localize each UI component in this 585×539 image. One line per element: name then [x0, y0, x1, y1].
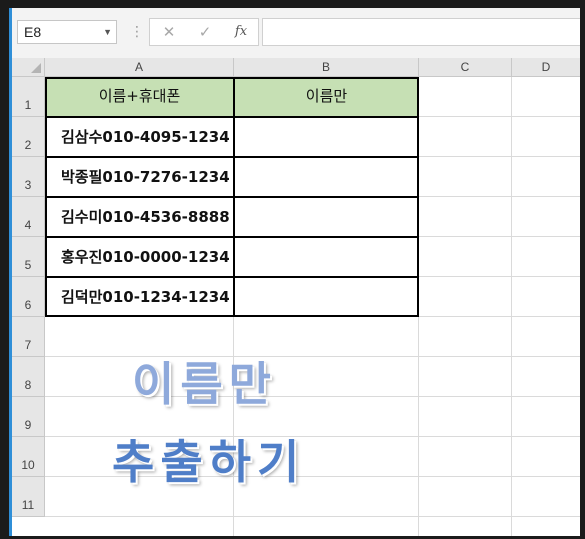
chevron-down-icon[interactable]: ▼ [103, 21, 112, 43]
gridline [45, 356, 580, 357]
cell-a4[interactable]: 김수미010-4536-8888 [61, 197, 230, 237]
column-header-d[interactable]: D [512, 58, 580, 77]
name-box-value: E8 [24, 24, 42, 40]
check-icon[interactable]: ✓ [190, 19, 220, 45]
table-divider [45, 116, 419, 118]
cell-b5[interactable] [236, 237, 417, 277]
cell-a5[interactable]: 홍우진010-0000-1234 [61, 237, 230, 277]
formula-bar-grip: ⋮ [130, 24, 144, 40]
table-divider [45, 196, 419, 198]
spreadsheet-window: E8 ▼ ⋮ ✕ ✓ fx A B C D 1 2 3 4 5 6 7 8 9 … [12, 8, 580, 536]
table-divider [45, 236, 419, 238]
cell-b2[interactable] [236, 117, 417, 157]
formula-input[interactable] [262, 18, 580, 46]
formula-buttons: ✕ ✓ fx [149, 18, 259, 46]
row-header-7[interactable]: 7 [12, 317, 45, 357]
cell-b4[interactable] [236, 197, 417, 237]
column-header-a[interactable]: A [45, 58, 234, 77]
row-header-9[interactable]: 9 [12, 397, 45, 437]
cell-b6[interactable] [236, 277, 417, 317]
table-divider [45, 276, 419, 278]
gridline [45, 516, 580, 517]
gridline [418, 77, 419, 536]
fx-icon[interactable]: fx [226, 19, 256, 45]
row-header-4[interactable]: 4 [12, 197, 45, 237]
overlay-title-line1: 이름만 [132, 357, 277, 411]
cell-a2[interactable]: 김삼수010-4095-1234 [61, 117, 230, 157]
name-box[interactable]: E8 ▼ [17, 20, 117, 44]
row-header-6[interactable]: 6 [12, 277, 45, 317]
gridline [45, 396, 580, 397]
cell-a3[interactable]: 박종필010-7276-1234 [61, 157, 230, 197]
table-divider [45, 156, 419, 158]
row-header-1[interactable]: 1 [12, 77, 45, 117]
overlay-title-line2: 추출하기 [112, 435, 306, 489]
row-header-8[interactable]: 8 [12, 357, 45, 397]
cell-b3[interactable] [236, 157, 417, 197]
table-header-name-only[interactable]: 이름만 [234, 77, 419, 117]
cancel-icon[interactable]: ✕ [154, 19, 184, 45]
column-header-b[interactable]: B [234, 58, 419, 77]
row-header-3[interactable]: 3 [12, 157, 45, 197]
column-header-c[interactable]: C [419, 58, 512, 77]
cell-a6[interactable]: 김덕만010-1234-1234 [61, 277, 230, 317]
select-all-button[interactable] [12, 58, 45, 77]
formula-bar: E8 ▼ ⋮ ✕ ✓ fx [12, 8, 580, 59]
select-all-icon [31, 63, 41, 73]
row-header-2[interactable]: 2 [12, 117, 45, 157]
table-header-name-phone[interactable]: 이름+휴대폰 [45, 77, 234, 117]
row-header-5[interactable]: 5 [12, 237, 45, 277]
row-header-10[interactable]: 10 [12, 437, 45, 477]
gridline [511, 77, 512, 536]
row-header-11[interactable]: 11 [12, 477, 45, 517]
